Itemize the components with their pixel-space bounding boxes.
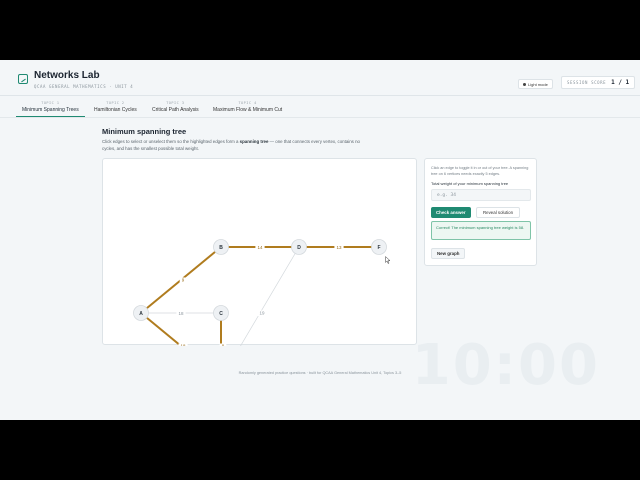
answer-panel: Click an edge to toggle it in or out of … bbox=[424, 158, 537, 266]
edge-weight-BD: 14 bbox=[257, 245, 263, 250]
tabs-divider bbox=[0, 117, 640, 118]
session-score: SESSION SCORE 1 / 1 bbox=[561, 76, 636, 89]
edge-AE[interactable] bbox=[140, 312, 221, 346]
footer-note: Randomly generated practice questions · … bbox=[238, 371, 402, 375]
edge-weight-DF: 13 bbox=[336, 245, 342, 250]
total-weight-label: Total weight of your minimum spanning tr… bbox=[431, 181, 509, 186]
vertex-label-A: A bbox=[139, 311, 143, 317]
network-graph: 914131818919ABCDEF bbox=[133, 239, 387, 347]
theme-dot-icon bbox=[523, 82, 526, 86]
app-title: Networks Lab bbox=[34, 70, 100, 81]
tab-label: Hamiltonian Cycles bbox=[94, 107, 137, 113]
tab-minimum-spanning-trees[interactable]: TOPIC 1 Minimum Spanning Trees bbox=[16, 101, 85, 117]
vertex-label-B: B bbox=[219, 245, 223, 251]
reveal-solution-button[interactable]: Reveal solution bbox=[476, 207, 521, 218]
background-watermark: 10:00 bbox=[411, 333, 600, 398]
edge-weight-DE: 19 bbox=[259, 311, 265, 316]
new-graph-button[interactable]: New graph bbox=[431, 248, 466, 259]
tab-topic-label: TOPIC 1 bbox=[41, 101, 60, 105]
network-graph-card: 914131818919ABCDEF bbox=[102, 158, 417, 347]
tab-label: Critical Path Analysis bbox=[152, 107, 199, 113]
vertex-label-D: D bbox=[297, 245, 301, 251]
tab-hamiltonian-cycles[interactable]: TOPIC 2 Hamiltonian Cycles bbox=[88, 101, 143, 117]
total-weight-input[interactable]: e.g. 34 bbox=[431, 189, 531, 201]
tab-topic-label: TOPIC 4 bbox=[238, 101, 257, 105]
tab-maximum-flow-minimum-cut[interactable]: TOPIC 4 Maximum Flow & Minimum Cut bbox=[207, 101, 288, 117]
vertex-label-F: F bbox=[377, 245, 380, 251]
edge-weight-AE: 18 bbox=[180, 344, 186, 347]
tab-label: Maximum Flow & Minimum Cut bbox=[213, 107, 283, 113]
tab-topic-label: TOPIC 3 bbox=[166, 101, 185, 105]
tab-critical-path-analysis[interactable]: TOPIC 3 Critical Path Analysis bbox=[146, 101, 205, 117]
light-mode-label: Light mode bbox=[528, 81, 548, 87]
app-window: 10:00 Networks Lab QCAA GENERAL MATHEMAT… bbox=[0, 60, 640, 420]
tab-topic-label: TOPIC 2 bbox=[106, 101, 125, 105]
section-title: Minimum spanning tree bbox=[102, 127, 187, 136]
app-subtitle: QCAA GENERAL MATHEMATICS · UNIT 4 bbox=[34, 84, 134, 89]
header-divider bbox=[0, 95, 640, 96]
edge-DE[interactable] bbox=[221, 246, 300, 346]
instructions-hint: Click an edge to toggle it in or out of … bbox=[431, 166, 529, 176]
session-score-label: SESSION SCORE bbox=[567, 80, 607, 85]
section-description: Click edges to select or unselect them s… bbox=[102, 138, 362, 152]
description-bold-term: spanning tree bbox=[239, 139, 269, 144]
network-logo-icon bbox=[18, 74, 28, 84]
session-score-value: 1 / 1 bbox=[611, 79, 630, 86]
tab-label: Minimum Spanning Trees bbox=[22, 107, 79, 113]
vertex-label-C: C bbox=[219, 311, 223, 317]
mouse-cursor-icon bbox=[385, 256, 391, 264]
edge-weight-AC: 18 bbox=[178, 311, 184, 316]
description-text: Click edges to select or unselect them s… bbox=[102, 139, 240, 144]
feedback-message: Correct! The minimum spanning tree weigh… bbox=[431, 221, 531, 240]
light-mode-toggle[interactable]: Light mode bbox=[518, 79, 553, 89]
check-answer-button[interactable]: Check answer bbox=[431, 207, 471, 218]
